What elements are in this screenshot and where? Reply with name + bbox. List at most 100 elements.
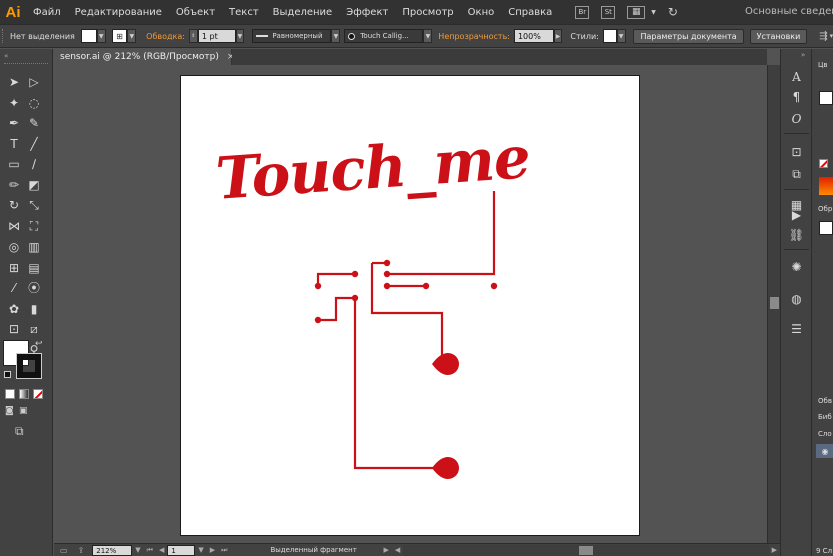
last-artboard-icon[interactable]: ⏭ bbox=[218, 546, 230, 555]
chevron-down-icon[interactable]: ▼ bbox=[651, 9, 656, 16]
menu-object[interactable]: Объект bbox=[169, 7, 222, 18]
links-panel-icon[interactable]: ⛓ bbox=[789, 227, 804, 242]
preferences-button[interactable]: Установки bbox=[749, 28, 808, 44]
arrange-documents-icon[interactable]: ▦ bbox=[627, 5, 646, 19]
opacity-field[interactable]: 100% bbox=[513, 29, 554, 43]
vertical-scroll-thumb[interactable] bbox=[770, 297, 779, 309]
artboard-nav-icon[interactable]: ▭ bbox=[60, 546, 68, 555]
column-graph-tool-icon[interactable]: ▮ bbox=[24, 299, 44, 318]
stroke-dropdown[interactable]: ▼ bbox=[127, 29, 137, 43]
direct-selection-tool-icon[interactable]: ▷ bbox=[24, 73, 44, 92]
stroke-panel-tab[interactable]: Обв bbox=[818, 397, 832, 405]
stock-button[interactable]: St bbox=[601, 5, 616, 19]
pathfinder-panel-icon[interactable]: ◍ bbox=[789, 291, 804, 306]
rotate-tool-icon[interactable]: ↻ bbox=[4, 196, 24, 215]
profile-dropdown[interactable]: ▼ bbox=[331, 29, 341, 43]
document-setup-button[interactable]: Параметры документа bbox=[633, 28, 744, 44]
opacity-dropdown[interactable]: ▶ bbox=[553, 29, 563, 43]
bridge-button[interactable]: Br bbox=[575, 5, 590, 19]
screen-mode-icon[interactable]: ⧉ bbox=[15, 424, 24, 439]
opacity-label[interactable]: Непрозрачность: bbox=[438, 32, 510, 41]
toolbar-collapse-icon[interactable]: « bbox=[4, 52, 8, 60]
graphic-style-swatch[interactable] bbox=[602, 29, 617, 43]
prev-artboard-icon[interactable]: ◀ bbox=[156, 546, 167, 554]
color-mode-color-icon[interactable] bbox=[5, 389, 15, 399]
horizontal-scroll-track[interactable] bbox=[403, 544, 769, 556]
slice-tool-icon[interactable]: ⧄ bbox=[24, 320, 44, 339]
horizontal-scroll-thumb[interactable] bbox=[578, 545, 593, 555]
align-panel-icon[interactable]: ⧉ bbox=[789, 167, 804, 182]
artwork-text[interactable]: Touch_me bbox=[214, 123, 532, 213]
symbol-sprayer-tool-icon[interactable]: ✿ bbox=[4, 299, 24, 318]
color-mode-none-icon[interactable] bbox=[33, 389, 43, 399]
transform-panel-icon[interactable]: ⊡ bbox=[789, 144, 804, 159]
color-none-box[interactable] bbox=[819, 159, 828, 168]
selection-tool-icon[interactable]: ➤ bbox=[4, 73, 24, 92]
layer-visibility-icon[interactable]: ◉ bbox=[816, 444, 833, 458]
character-panel-icon[interactable]: A bbox=[789, 69, 804, 84]
menu-file[interactable]: Файл bbox=[26, 7, 68, 18]
stroke-swatch[interactable]: ⊞ bbox=[111, 29, 128, 43]
align-panel-icon[interactable]: ⇶ bbox=[819, 31, 827, 42]
paintbrush-tool-icon[interactable]: ∕ bbox=[24, 155, 44, 174]
swap-colors-icon[interactable]: ↩ bbox=[35, 339, 43, 349]
pen-tool-icon[interactable]: ✒ bbox=[4, 114, 24, 133]
shape-builder-tool-icon[interactable]: ◎ bbox=[4, 238, 24, 257]
fill-swatch[interactable] bbox=[80, 29, 97, 43]
scroll-right-icon[interactable]: ▶ bbox=[769, 546, 780, 554]
canvas-area[interactable]: Touch_me bbox=[54, 65, 767, 543]
artwork[interactable]: Touch_me bbox=[181, 76, 641, 537]
menu-type[interactable]: Текст bbox=[222, 7, 266, 18]
scroll-left-icon[interactable]: ◀ bbox=[392, 546, 403, 554]
fill-dropdown[interactable]: ▼ bbox=[96, 29, 106, 43]
actions-panel-icon[interactable]: ▶ bbox=[789, 207, 804, 222]
perspective-grid-tool-icon[interactable]: ▥ bbox=[24, 238, 44, 257]
brush-dropdown[interactable]: ▼ bbox=[423, 29, 433, 43]
status-menu-arrow[interactable]: ▶ bbox=[380, 546, 391, 554]
appearance-panel-tab[interactable]: Обр bbox=[818, 205, 832, 213]
stroke-label[interactable]: Обводка: bbox=[146, 32, 185, 41]
lasso-tool-icon[interactable]: ◌ bbox=[24, 93, 44, 112]
menu-view[interactable]: Просмотр bbox=[395, 7, 460, 18]
artboard-number-field[interactable]: 1 bbox=[167, 544, 196, 556]
gradient-tool-icon[interactable]: ▤ bbox=[24, 258, 44, 277]
stroke-weight-dropdown[interactable]: ▼ bbox=[235, 29, 245, 43]
menu-edit[interactable]: Редактирование bbox=[68, 7, 169, 18]
color-mode-gradient-icon[interactable] bbox=[19, 389, 29, 399]
blend-tool-icon[interactable]: ⦿ bbox=[24, 278, 44, 297]
styles-dropdown[interactable]: ▼ bbox=[616, 29, 626, 43]
rectangle-tool-icon[interactable]: ▭ bbox=[4, 155, 24, 174]
artboard[interactable]: Touch_me bbox=[180, 75, 640, 536]
next-artboard-icon[interactable]: ▶ bbox=[207, 546, 218, 554]
curvature-tool-icon[interactable]: ✎ bbox=[24, 114, 44, 133]
free-transform-tool-icon[interactable]: ⛶ bbox=[24, 217, 44, 236]
mesh-tool-icon[interactable]: ⊞ bbox=[4, 258, 24, 277]
draw-inside-icon[interactable]: ▣ bbox=[19, 406, 28, 416]
artboard-tool-icon[interactable]: ⊡ bbox=[4, 320, 24, 339]
brush-definition[interactable]: Touch Callig... bbox=[344, 29, 424, 43]
pencil-tool-icon[interactable]: ✏ bbox=[4, 175, 24, 194]
menu-window[interactable]: Окно bbox=[461, 7, 502, 18]
color-spectrum[interactable] bbox=[819, 177, 833, 195]
artboard-dropdown[interactable]: ▼ bbox=[195, 546, 206, 554]
dock-collapse-icon[interactable]: » bbox=[801, 51, 805, 59]
layers-list-icon[interactable]: ☰ bbox=[789, 321, 804, 336]
gpu-performance-icon[interactable]: ↻ bbox=[668, 5, 678, 19]
scale-tool-icon[interactable]: ⤡ bbox=[24, 196, 44, 215]
paragraph-panel-icon[interactable]: ¶ bbox=[789, 89, 804, 104]
opentype-panel-icon[interactable]: O bbox=[789, 111, 804, 126]
vertical-scrollbar[interactable] bbox=[767, 65, 780, 543]
draw-mode-icon[interactable]: ◙ bbox=[5, 406, 14, 416]
symbols-panel-icon[interactable]: ✺ bbox=[789, 259, 804, 274]
type-tool-icon[interactable]: T bbox=[4, 134, 24, 153]
eyedropper-tool-icon[interactable]: ⁄ bbox=[4, 279, 24, 298]
panel-menu-icon[interactable]: ▾ bbox=[830, 32, 833, 40]
eraser-tool-icon[interactable]: ◩ bbox=[24, 175, 44, 194]
stroke-stepper[interactable]: ⇕ bbox=[188, 29, 198, 43]
document-tab-title[interactable]: sensor.ai @ 212% (RGB/Просмотр) bbox=[60, 52, 219, 62]
status-message[interactable]: Выделенный фрагмент bbox=[270, 546, 380, 554]
line-tool-icon[interactable]: ╱ bbox=[24, 134, 44, 153]
first-artboard-icon[interactable]: ⏮ bbox=[144, 546, 156, 555]
zoom-dropdown[interactable]: ▼ bbox=[132, 546, 143, 554]
magic-wand-tool-icon[interactable]: ✦ bbox=[4, 93, 24, 112]
